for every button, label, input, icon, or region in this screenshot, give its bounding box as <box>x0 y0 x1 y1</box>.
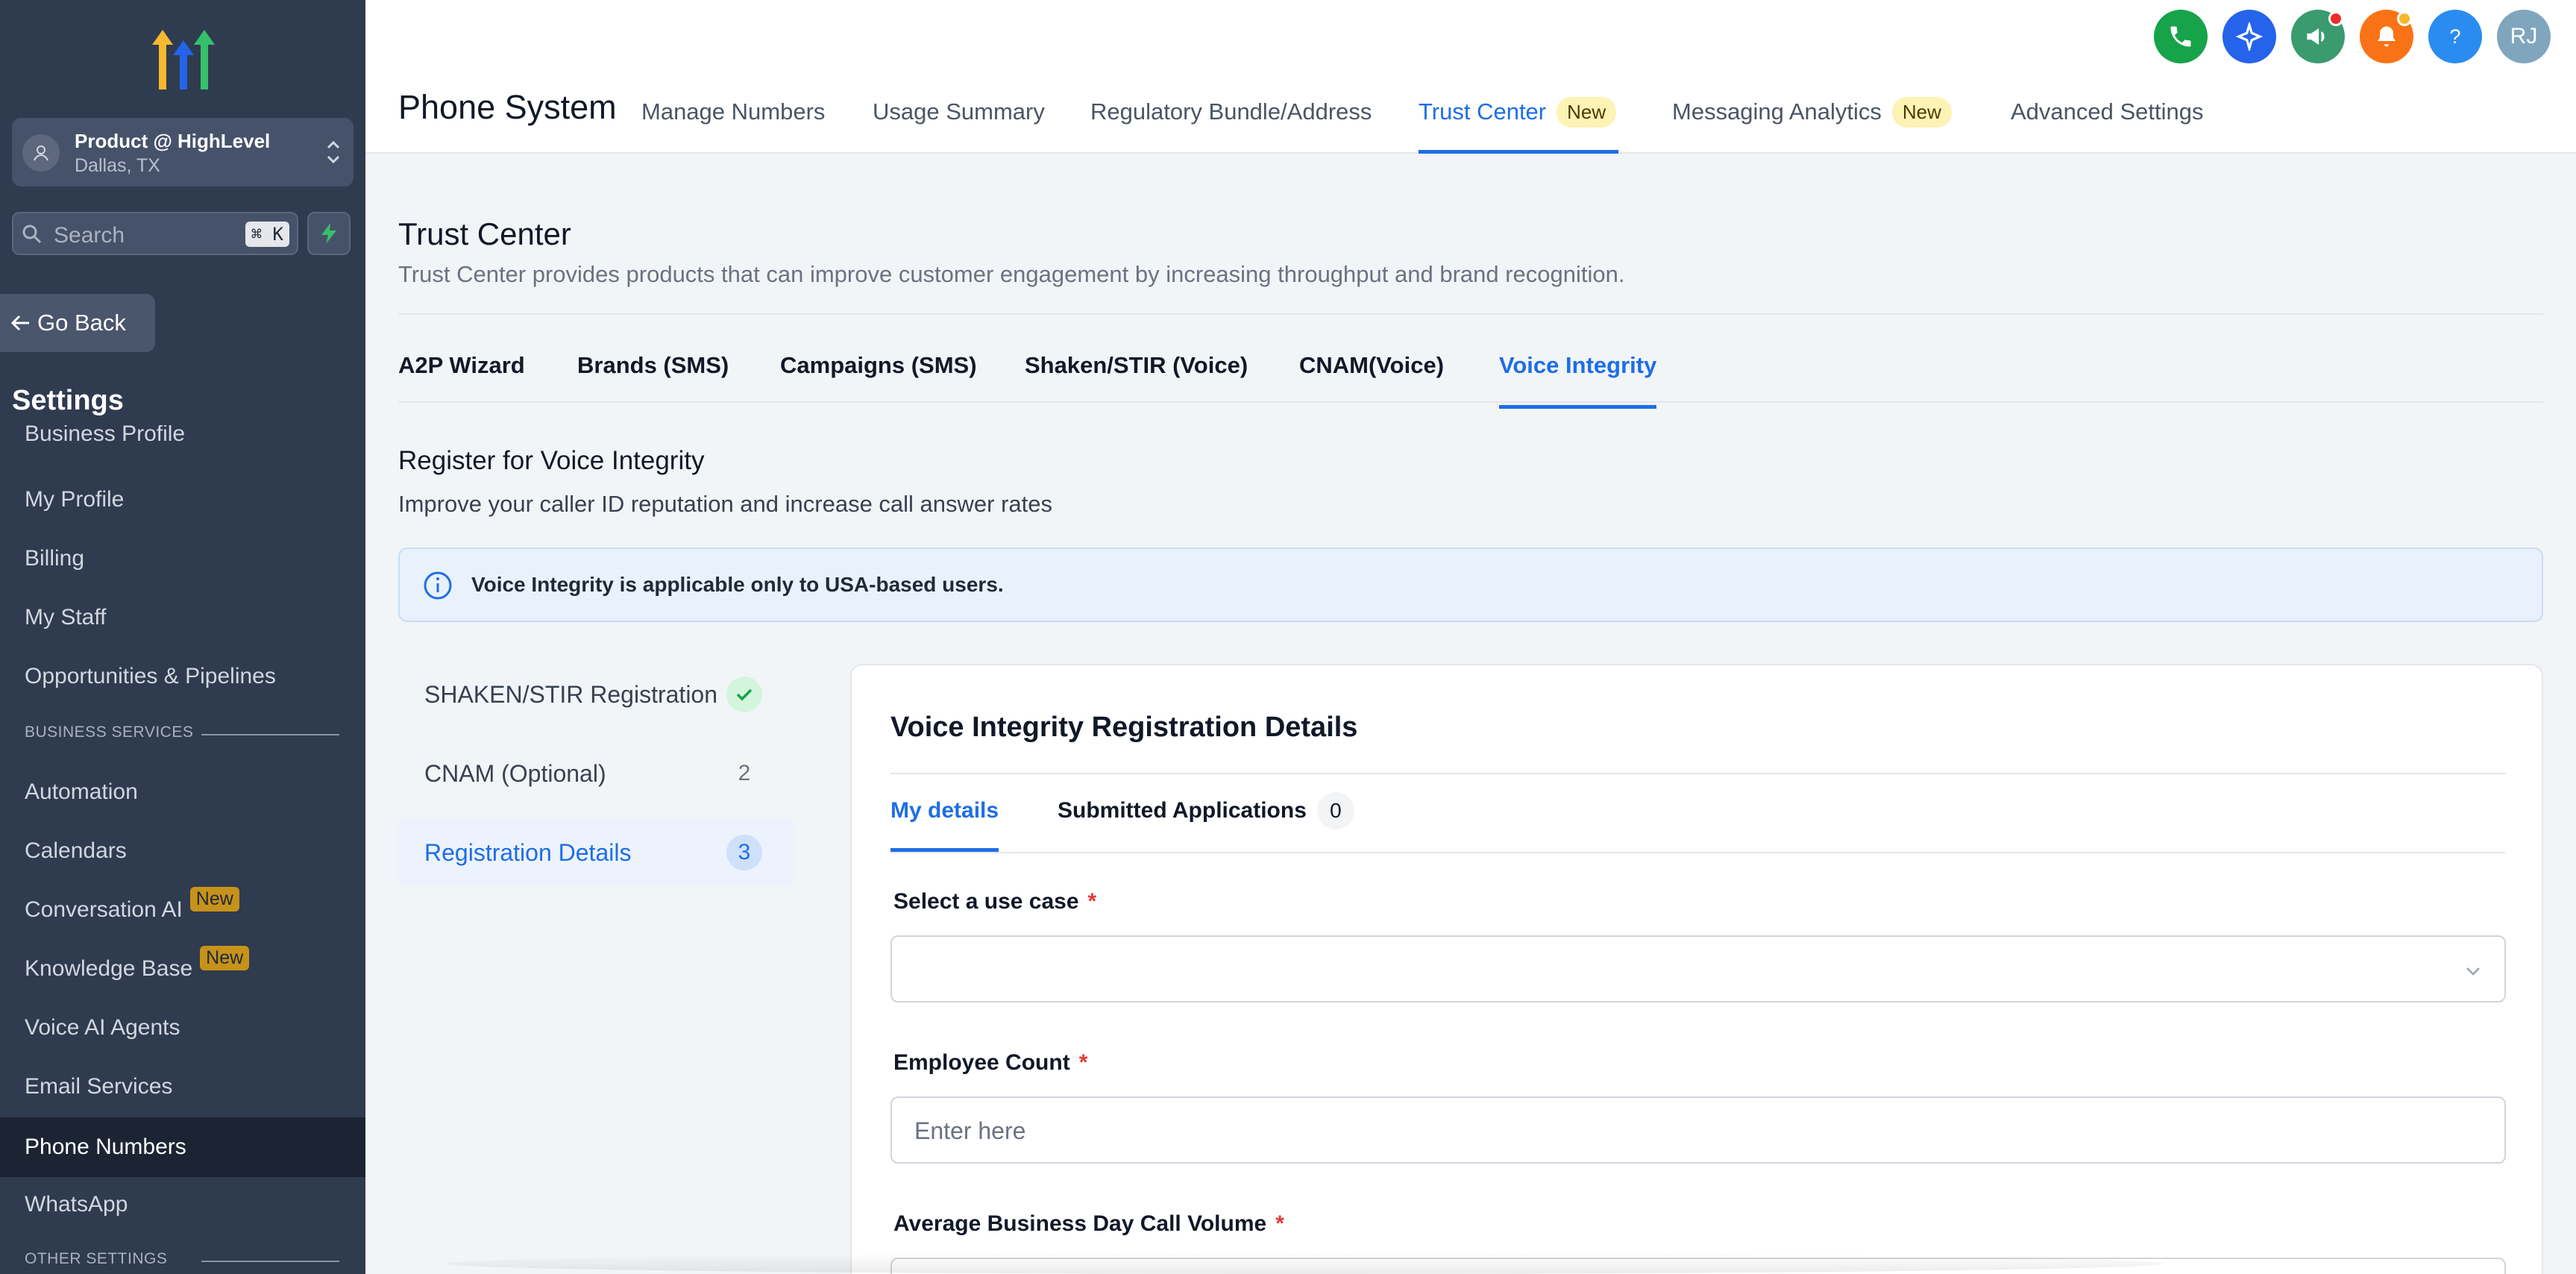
lightning-icon <box>321 223 336 244</box>
sidebar-item-voice-ai-agents[interactable]: Voice AI Agents <box>0 998 365 1058</box>
divider <box>398 401 2543 403</box>
arrow-left-icon <box>10 315 29 331</box>
tab-a2p-wizard[interactable]: A2P Wizard <box>398 352 525 409</box>
tab-shaken-stir-voice[interactable]: Shaken/STIR (Voice) <box>1025 352 1248 409</box>
tab-usage-summary[interactable]: Usage Summary <box>873 98 1045 154</box>
settings-nav: Business Profile My Profile Billing My S… <box>0 425 365 1274</box>
divider <box>890 773 2506 774</box>
step-registration-details[interactable]: Registration Details 3 <box>398 819 794 886</box>
new-badge: New <box>189 886 239 911</box>
sidebar-item-my-staff[interactable]: My Staff <box>0 588 365 647</box>
tab-messaging-analytics[interactable]: Messaging Analytics New <box>1672 97 1952 154</box>
required-marker: * <box>1275 1211 1284 1236</box>
new-badge: New <box>1891 97 1952 128</box>
go-back-label: Go Back <box>37 310 126 336</box>
section-divider <box>201 1261 339 1262</box>
divider <box>890 852 2506 853</box>
step-cnam[interactable]: CNAM (Optional) 2 <box>398 740 794 807</box>
sidebar-item-email-services[interactable]: Email Services <box>0 1057 365 1117</box>
tab-cnam-voice[interactable]: CNAM(Voice) <box>1299 352 1444 409</box>
search-icon <box>21 223 43 245</box>
section-title: Trust Center <box>398 216 571 251</box>
page-title: Phone System <box>398 88 617 126</box>
register-subtitle: Improve your caller ID reputation and in… <box>398 491 1053 517</box>
bottom-shadow <box>447 1253 2163 1274</box>
tab-submitted-applications[interactable]: Submitted Applications 0 <box>1058 792 1354 852</box>
use-case-select[interactable] <box>890 935 2506 1002</box>
tab-voice-integrity[interactable]: Voice Integrity <box>1499 352 1657 409</box>
divider <box>398 313 2543 315</box>
count-badge: 0 <box>1316 792 1354 829</box>
go-back-button[interactable]: Go Back <box>0 294 155 352</box>
avatar[interactable]: RJ <box>2497 10 2551 63</box>
section-divider <box>201 734 339 735</box>
app-logo[interactable] <box>148 27 222 91</box>
search-placeholder: Search <box>54 223 125 248</box>
chevron-down-icon <box>2463 961 2484 982</box>
register-title: Register for Voice Integrity <box>398 446 705 475</box>
notification-dot <box>2328 11 2343 26</box>
sidebar-item-opportunities-pipelines[interactable]: Opportunities & Pipelines <box>0 647 365 706</box>
bell-icon[interactable] <box>2360 10 2413 63</box>
section-description: Trust Center provides products that can … <box>398 261 1625 287</box>
tab-brands-sms[interactable]: Brands (SMS) <box>577 352 729 409</box>
info-banner: Voice Integrity is applicable only to US… <box>398 547 2543 622</box>
sidebar-item-business-profile[interactable]: Business Profile <box>0 425 365 464</box>
location-icon <box>22 134 60 172</box>
new-badge: New <box>1556 97 1617 128</box>
chevron-updown-icon <box>324 136 343 169</box>
top-bar: ? RJ <box>365 0 2576 79</box>
tab-manage-numbers[interactable]: Manage Numbers <box>641 98 825 154</box>
phone-icon[interactable] <box>2154 10 2208 63</box>
employee-count-input[interactable]: Enter here <box>890 1096 2506 1164</box>
sidebar-item-conversation-ai[interactable]: Conversation AI New <box>0 880 365 940</box>
sidebar-item-phone-numbers[interactable]: Phone Numbers <box>0 1117 365 1177</box>
main-content: Trust Center Trust Center provides produ… <box>365 154 2576 1274</box>
help-icon[interactable]: ? <box>2428 10 2482 63</box>
sidebar-item-calendars[interactable]: Calendars <box>0 821 365 881</box>
megaphone-icon[interactable] <box>2291 10 2345 63</box>
sidebar-item-knowledge-base[interactable]: Knowledge Base New <box>0 939 365 999</box>
sidebar-item-automation[interactable]: Automation <box>0 762 365 822</box>
location-switcher[interactable]: Product @ HighLevel Dallas, TX <box>12 118 354 186</box>
employee-count-label: Employee Count * <box>893 1050 1088 1075</box>
info-icon <box>422 570 453 601</box>
location-name: Product @ HighLevel <box>75 130 271 152</box>
tab-campaigns-sms[interactable]: Campaigns (SMS) <box>780 352 977 409</box>
tab-my-details[interactable]: My details <box>890 792 999 852</box>
call-volume-label: Average Business Day Call Volume * <box>893 1211 1284 1236</box>
form-title: Voice Integrity Registration Details <box>890 712 1358 743</box>
step-shaken-stir[interactable]: SHAKEN/STIR Registration <box>398 661 794 728</box>
sidebar: Product @ HighLevel Dallas, TX Search ⌘ … <box>0 0 365 1274</box>
sidebar-item-billing[interactable]: Billing <box>0 529 365 589</box>
employee-count-placeholder: Enter here <box>914 1117 1026 1144</box>
nav-section-business-services: BUSINESS SERVICES <box>25 724 194 741</box>
sidebar-item-my-profile[interactable]: My Profile <box>0 470 365 530</box>
sidebar-item-whatsapp[interactable]: WhatsApp <box>0 1175 365 1234</box>
check-icon <box>726 677 762 712</box>
phone-system-header: Phone System Manage Numbers Usage Summar… <box>365 79 2576 154</box>
sparkle-icon[interactable] <box>2222 10 2276 63</box>
required-marker: * <box>1078 1050 1088 1075</box>
tab-trust-center[interactable]: Trust Center New <box>1419 97 1618 154</box>
step-number: 2 <box>726 756 762 791</box>
search-shortcut: ⌘ K <box>245 222 289 247</box>
avatar-initials: RJ <box>2510 24 2538 48</box>
search-input[interactable]: Search ⌘ K <box>12 212 298 255</box>
info-banner-text: Voice Integrity is applicable only to US… <box>471 573 1004 596</box>
location-city: Dallas, TX <box>75 155 160 176</box>
quick-actions-button[interactable] <box>307 212 351 255</box>
notification-dot <box>2397 11 2412 26</box>
nav-section-other-settings: OTHER SETTINGS <box>25 1250 168 1267</box>
svg-text:?: ? <box>2449 25 2460 48</box>
required-marker: * <box>1087 889 1097 914</box>
tab-advanced-settings[interactable]: Advanced Settings <box>2011 98 2204 154</box>
new-badge: New <box>200 945 250 970</box>
use-case-label: Select a use case * <box>893 889 1097 914</box>
tab-regulatory-bundle[interactable]: Regulatory Bundle/Address <box>1090 98 1372 154</box>
settings-title: Settings <box>12 385 124 416</box>
registration-form-card: Voice Integrity Registration Details My … <box>850 664 2543 1274</box>
step-number: 3 <box>726 835 762 870</box>
